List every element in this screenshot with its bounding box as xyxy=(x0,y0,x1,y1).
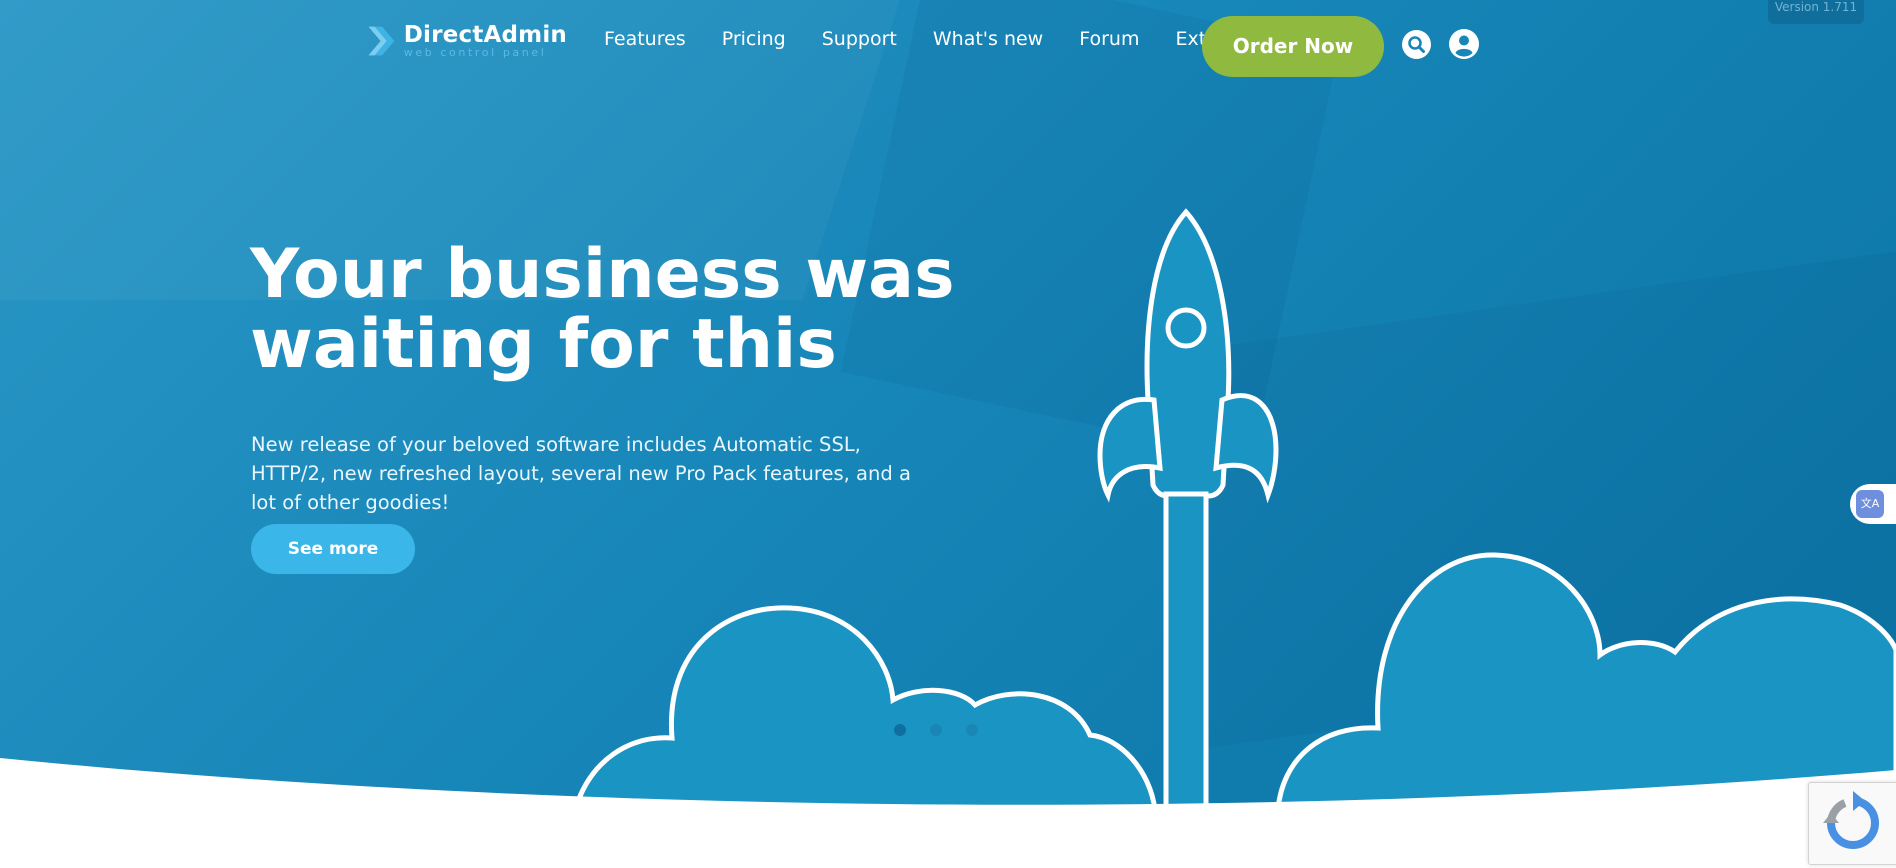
rocket-clouds-illustration xyxy=(0,208,1896,820)
translate-icon: 文A xyxy=(1856,490,1884,518)
rocket-window xyxy=(1165,307,1207,349)
search-icon xyxy=(1408,36,1425,53)
cloud-right xyxy=(1275,552,1896,813)
version-badge: Version 1.711 xyxy=(1768,0,1864,24)
rocket-trail xyxy=(1163,491,1209,820)
hero-section: Version 1.711 DirectAdmin web control pa… xyxy=(0,0,1896,820)
hero-description: New release of your beloved software inc… xyxy=(251,433,911,514)
nav-pricing[interactable]: Pricing xyxy=(722,26,786,52)
cloud-left xyxy=(571,605,1158,813)
recaptcha-icon xyxy=(1823,791,1879,849)
slider-dot-1[interactable] xyxy=(894,724,906,736)
brand-tagline: web control panel xyxy=(403,46,547,59)
order-now-button[interactable]: Order Now xyxy=(1202,16,1384,77)
user-icon xyxy=(1449,29,1479,59)
headline-line-2: waiting for this xyxy=(250,305,837,384)
main-nav: Features Pricing Support What's new Foru… xyxy=(604,26,1236,52)
brand-name: DirectAdmin xyxy=(403,22,567,48)
account-button[interactable] xyxy=(1449,29,1479,59)
slider-dot-3[interactable] xyxy=(966,724,978,736)
see-more-button[interactable]: See more xyxy=(251,524,415,574)
nav-support[interactable]: Support xyxy=(822,26,897,52)
nav-features[interactable]: Features xyxy=(604,26,686,52)
search-button[interactable] xyxy=(1402,30,1431,59)
nav-whats-new[interactable]: What's new xyxy=(933,26,1043,52)
hero-headline: Your business was waiting for this xyxy=(250,240,1010,380)
recaptcha-badge[interactable] xyxy=(1808,782,1896,865)
slider-dot-2[interactable] xyxy=(930,724,942,736)
headline-line-1: Your business was xyxy=(250,235,955,314)
translate-widget[interactable]: 文A xyxy=(1850,484,1896,524)
nav-forum[interactable]: Forum xyxy=(1079,26,1139,52)
slider-dots xyxy=(894,724,978,736)
brand-logo[interactable]: DirectAdmin web control panel xyxy=(367,19,567,63)
directadmin-logo-icon xyxy=(368,26,395,56)
